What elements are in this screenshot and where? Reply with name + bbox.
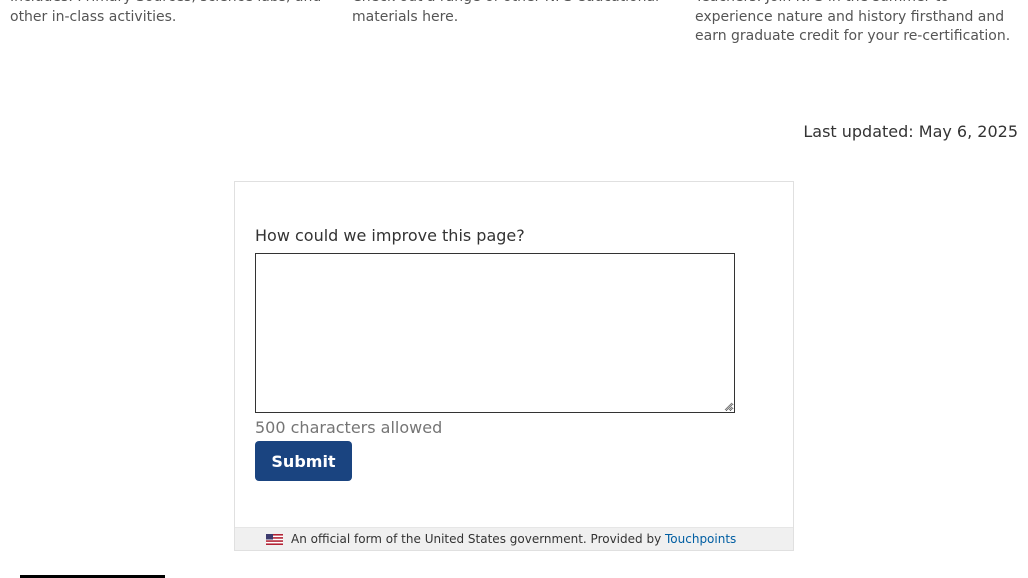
footer-notice-text: An official form of the United States go… [291, 532, 662, 546]
card-description-teachers: Teachers: Join NPS in the summer to expe… [695, 0, 1011, 44]
touchpoints-link[interactable]: Touchpoints [665, 532, 736, 546]
educational-resources-cards: Includes: Primary Sources, science labs,… [10, 0, 1020, 50]
card-description-classroom: Includes: Primary Sources, science labs,… [10, 0, 321, 25]
submit-button[interactable]: Submit [255, 441, 352, 481]
last-updated: Last updated: May 6, 2025 [803, 122, 1018, 141]
card-description-materials: Check out a range of other NPS education… [352, 0, 659, 25]
us-flag-icon [266, 534, 283, 545]
feedback-question-label: How could we improve this page? [255, 226, 525, 245]
character-count-hint: 500 characters allowed [255, 418, 443, 437]
footer-notice: An official form of the United States go… [291, 532, 736, 546]
form-footer: An official form of the United States go… [235, 527, 793, 550]
feedback-textarea[interactable] [255, 253, 735, 413]
feedback-form: How could we improve this page? 500 char… [234, 181, 794, 551]
